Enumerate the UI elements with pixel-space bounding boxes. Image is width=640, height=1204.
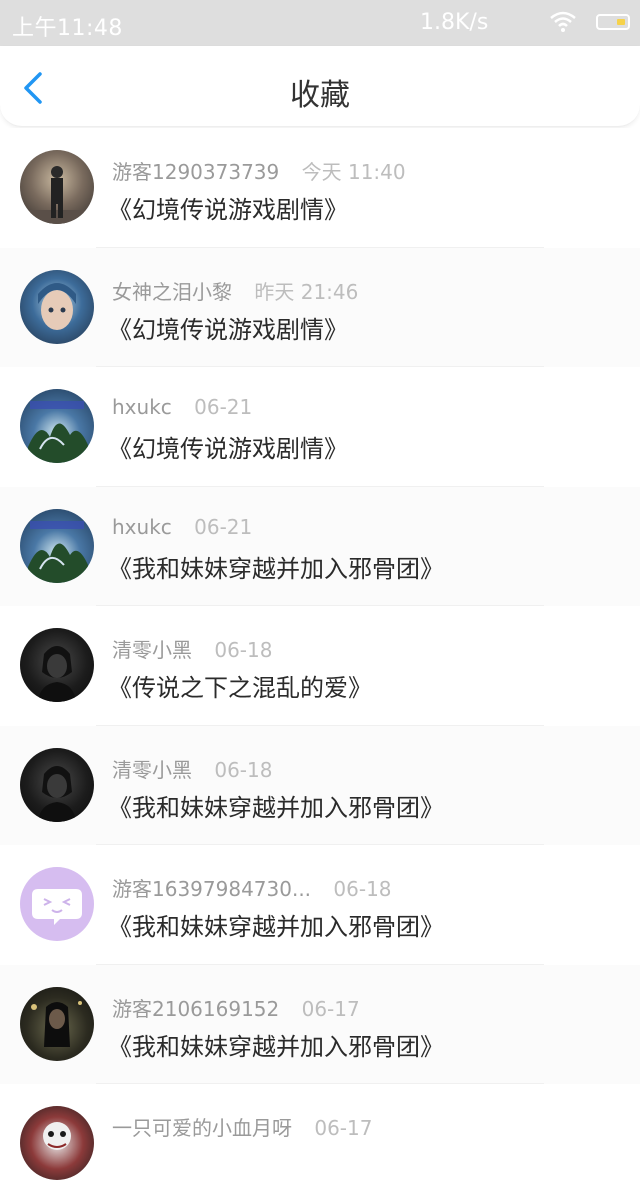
avatar	[20, 867, 94, 941]
item-meta: hxukc 06-21	[112, 395, 252, 419]
list-item[interactable]: 游客1290373739 今天 11:40 《幻境传说游戏剧情》	[0, 128, 640, 248]
favorites-list: 游客1290373739 今天 11:40 《幻境传说游戏剧情》 女神之泪小黎 …	[0, 128, 640, 1204]
author-name: 清零小黑	[112, 638, 192, 662]
author-name: 游客16397984730...	[112, 877, 312, 901]
status-time: 上午11:48	[12, 16, 123, 41]
avatar	[20, 389, 94, 463]
author-name: 游客1290373739	[112, 160, 280, 184]
item-title: 《我和妹妹穿越并加入邪骨团》	[108, 1032, 444, 1061]
avatar	[20, 150, 94, 224]
item-meta: 女神之泪小黎 昨天 21:46	[112, 276, 358, 305]
list-item[interactable]: 游客16397984730... 06-18 《我和妹妹穿越并加入邪骨团》	[0, 845, 640, 965]
status-icons	[550, 10, 630, 36]
network-speed: 1.8K/s	[420, 10, 489, 35]
author-name: 一只可爱的小血月呀	[112, 1116, 292, 1140]
author-name: hxukc	[112, 395, 172, 419]
item-title: 《幻境传说游戏剧情》	[108, 196, 348, 224]
list-item[interactable]: 女神之泪小黎 昨天 21:46 《幻境传说游戏剧情》	[0, 247, 640, 367]
item-time: 06-17	[314, 1116, 373, 1140]
item-title: 《我和妹妹穿越并加入邪骨团》	[108, 913, 444, 941]
avatar	[20, 747, 94, 822]
list-item[interactable]: 清零小黑 06-18 《传说之下之混乱的爱》	[0, 606, 640, 726]
author-name: 女神之泪小黎	[112, 279, 232, 304]
battery-icon	[596, 14, 630, 30]
item-meta: hxukc 06-21	[112, 515, 252, 539]
list-item[interactable]: 清零小黑 06-18 《我和妹妹穿越并加入邪骨团》	[0, 725, 640, 845]
avatar	[20, 628, 94, 702]
wifi-icon	[550, 11, 576, 32]
avatar	[20, 269, 94, 344]
item-meta: 清零小黑 06-18	[112, 754, 272, 783]
author-name: 游客2106169152	[112, 996, 280, 1021]
item-time: 昨天 21:46	[254, 279, 359, 304]
item-meta: 游客1290373739 今天 11:40	[112, 156, 406, 185]
item-time: 06-18	[214, 757, 273, 782]
item-time: 今天 11:40	[301, 160, 406, 184]
item-title: 《我和妹妹穿越并加入邪骨团》	[108, 793, 444, 822]
avatar	[20, 986, 94, 1061]
item-title: 《我和妹妹穿越并加入邪骨团》	[108, 554, 444, 583]
item-title: 《幻境传说游戏剧情》	[108, 435, 348, 463]
item-meta: 清零小黑 06-18	[112, 634, 272, 663]
author-name: 清零小黑	[112, 757, 192, 782]
item-time: 06-17	[301, 996, 360, 1021]
item-time: 06-21	[194, 395, 253, 419]
item-meta: 一只可爱的小血月呀 06-17	[112, 1112, 372, 1141]
list-item[interactable]: 游客2106169152 06-17 《我和妹妹穿越并加入邪骨团》	[0, 964, 640, 1084]
item-meta: 游客16397984730... 06-18	[112, 873, 392, 902]
item-time: 06-21	[194, 514, 253, 539]
item-time: 06-18	[333, 877, 392, 901]
nav-bar: 收藏	[0, 46, 640, 127]
status-bar: 上午11:48 1.8K/s	[0, 0, 640, 46]
item-title: 《传说之下之混乱的爱》	[108, 674, 372, 702]
list-item[interactable]: hxukc 06-21 《幻境传说游戏剧情》	[0, 367, 640, 487]
item-time: 06-18	[214, 638, 273, 662]
avatar	[20, 508, 94, 583]
list-item[interactable]: 一只可爱的小血月呀 06-17	[0, 1084, 640, 1204]
list-item[interactable]: hxukc 06-21 《我和妹妹穿越并加入邪骨团》	[0, 486, 640, 606]
page-title: 收藏	[290, 78, 350, 113]
author-name: hxukc	[112, 514, 172, 539]
avatar	[20, 1106, 94, 1180]
item-meta: 游客2106169152 06-17	[112, 993, 360, 1022]
item-title: 《幻境传说游戏剧情》	[108, 315, 348, 344]
